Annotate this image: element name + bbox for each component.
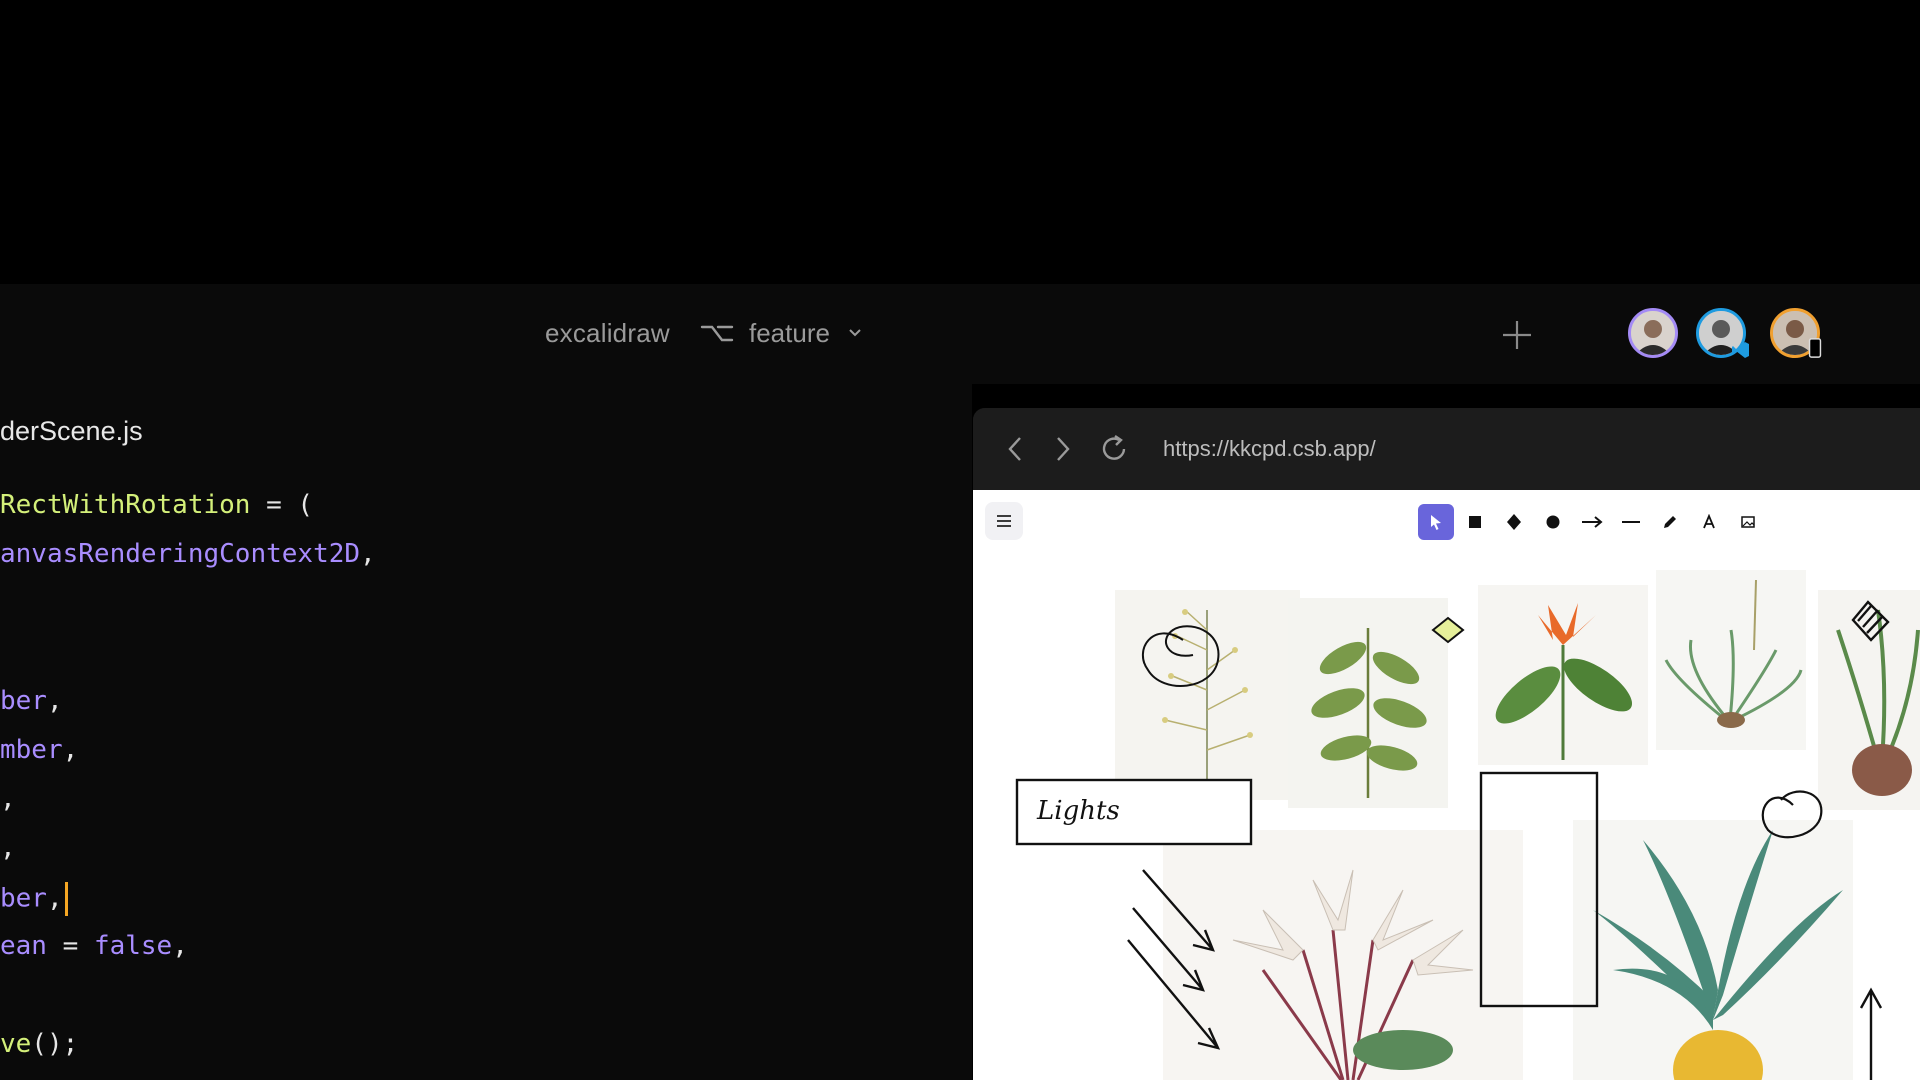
reload-icon[interactable]	[1097, 432, 1131, 466]
code-token: RectWithRotation	[0, 490, 251, 520]
code-line[interactable]: ,	[0, 784, 16, 814]
forward-icon[interactable]	[1051, 432, 1075, 466]
code-token: ber	[0, 686, 47, 716]
code-token: ,	[360, 539, 376, 569]
diamond-shape[interactable]	[1431, 616, 1465, 644]
plus-icon[interactable]	[1500, 318, 1534, 352]
code-line[interactable]: ber,	[0, 882, 68, 916]
code-token: =	[46, 931, 94, 961]
excalidraw-canvas[interactable]: Lights	[973, 490, 1920, 1080]
scribble-circle[interactable]	[1142, 625, 1220, 687]
code-token: ,	[0, 784, 16, 814]
code-token: anvasRenderingContext2D	[0, 539, 361, 569]
code-line[interactable]: ,	[0, 833, 16, 863]
code-token: = (	[250, 490, 314, 520]
drawing-layer	[1015, 600, 1890, 1080]
code-token: ,	[172, 931, 188, 961]
address-bar[interactable]: https://kkcpd.csb.app/	[1163, 436, 1376, 462]
code-line[interactable]: ber,	[0, 686, 63, 716]
up-arrow[interactable]	[1859, 987, 1883, 1080]
back-icon[interactable]	[1003, 432, 1027, 466]
code-token: ber	[0, 883, 47, 914]
chevron-down-icon[interactable]	[848, 328, 862, 338]
code-token: ();	[31, 1029, 79, 1059]
code-line[interactable]: mber,	[0, 735, 78, 765]
code-token: false	[93, 931, 173, 961]
repo-name[interactable]: excalidraw	[545, 318, 670, 349]
scribble-circle[interactable]	[1761, 790, 1823, 839]
code-token: ean	[0, 931, 47, 961]
code-token: ,	[46, 883, 63, 914]
file-name: derScene.js	[0, 416, 143, 446]
rectangle-shape[interactable]	[1479, 771, 1599, 1008]
text-cursor	[64, 882, 68, 916]
arrow-group[interactable]	[1127, 869, 1221, 1050]
code-editor[interactable]	[0, 384, 972, 1080]
code-token: ,	[46, 686, 63, 716]
code-token: ve	[0, 1029, 32, 1059]
browser-preview: https://kkcpd.csb.app/ Lights	[973, 408, 1920, 1080]
mobile-device-icon	[1808, 338, 1822, 358]
code-token: ,	[0, 833, 16, 863]
code-token: mber	[0, 735, 63, 765]
branch-icon	[700, 325, 734, 342]
browser-toolbar: https://kkcpd.csb.app/	[973, 408, 1920, 490]
hatched-diamond-shape[interactable]	[1851, 600, 1890, 642]
code-line[interactable]: anvasRenderingContext2D,	[0, 539, 376, 569]
code-line[interactable]: RectWithRotation = (	[0, 490, 313, 520]
branch-name[interactable]: feature	[749, 318, 830, 349]
code-token: ,	[62, 735, 79, 765]
code-line[interactable]: ve();	[0, 1029, 78, 1059]
avatar[interactable]	[1628, 308, 1678, 358]
code-line[interactable]: ean = false,	[0, 931, 188, 961]
vscode-icon	[1732, 342, 1749, 358]
lights-label[interactable]: Lights	[1037, 796, 1120, 826]
